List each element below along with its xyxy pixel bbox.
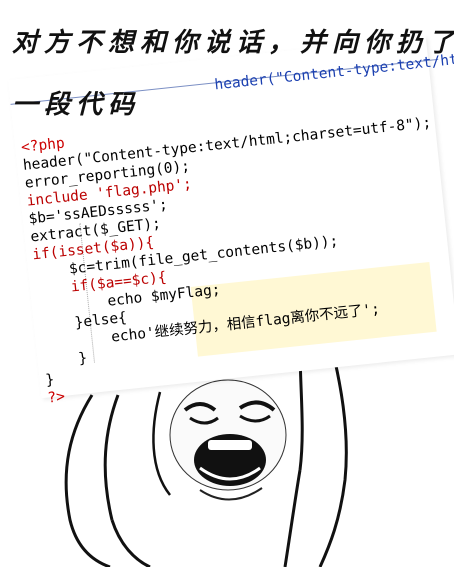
code-line-13: } — [42, 350, 89, 371]
code-line-2: header("Content-type:text/html;charset=u… — [22, 115, 432, 174]
code-line-15: ?> — [46, 388, 66, 407]
code-line-14: } — [44, 371, 56, 389]
caption-line-2: 一段代码 — [12, 90, 141, 120]
caption-line-1: 对方不想和你说话，并向你扔了 — [12, 28, 454, 58]
